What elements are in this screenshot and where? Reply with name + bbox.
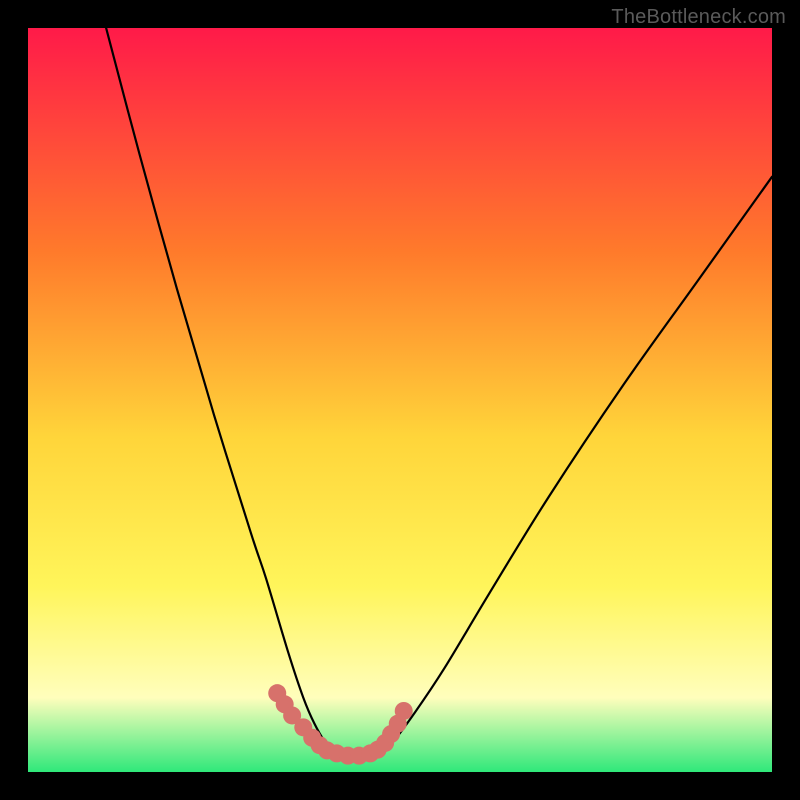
highlight-dot [395,702,413,720]
plot-area [28,28,772,772]
chart-stage: TheBottleneck.com [0,0,800,800]
watermark-text: TheBottleneck.com [611,6,786,29]
gradient-background [28,28,772,772]
chart-svg [28,28,772,772]
